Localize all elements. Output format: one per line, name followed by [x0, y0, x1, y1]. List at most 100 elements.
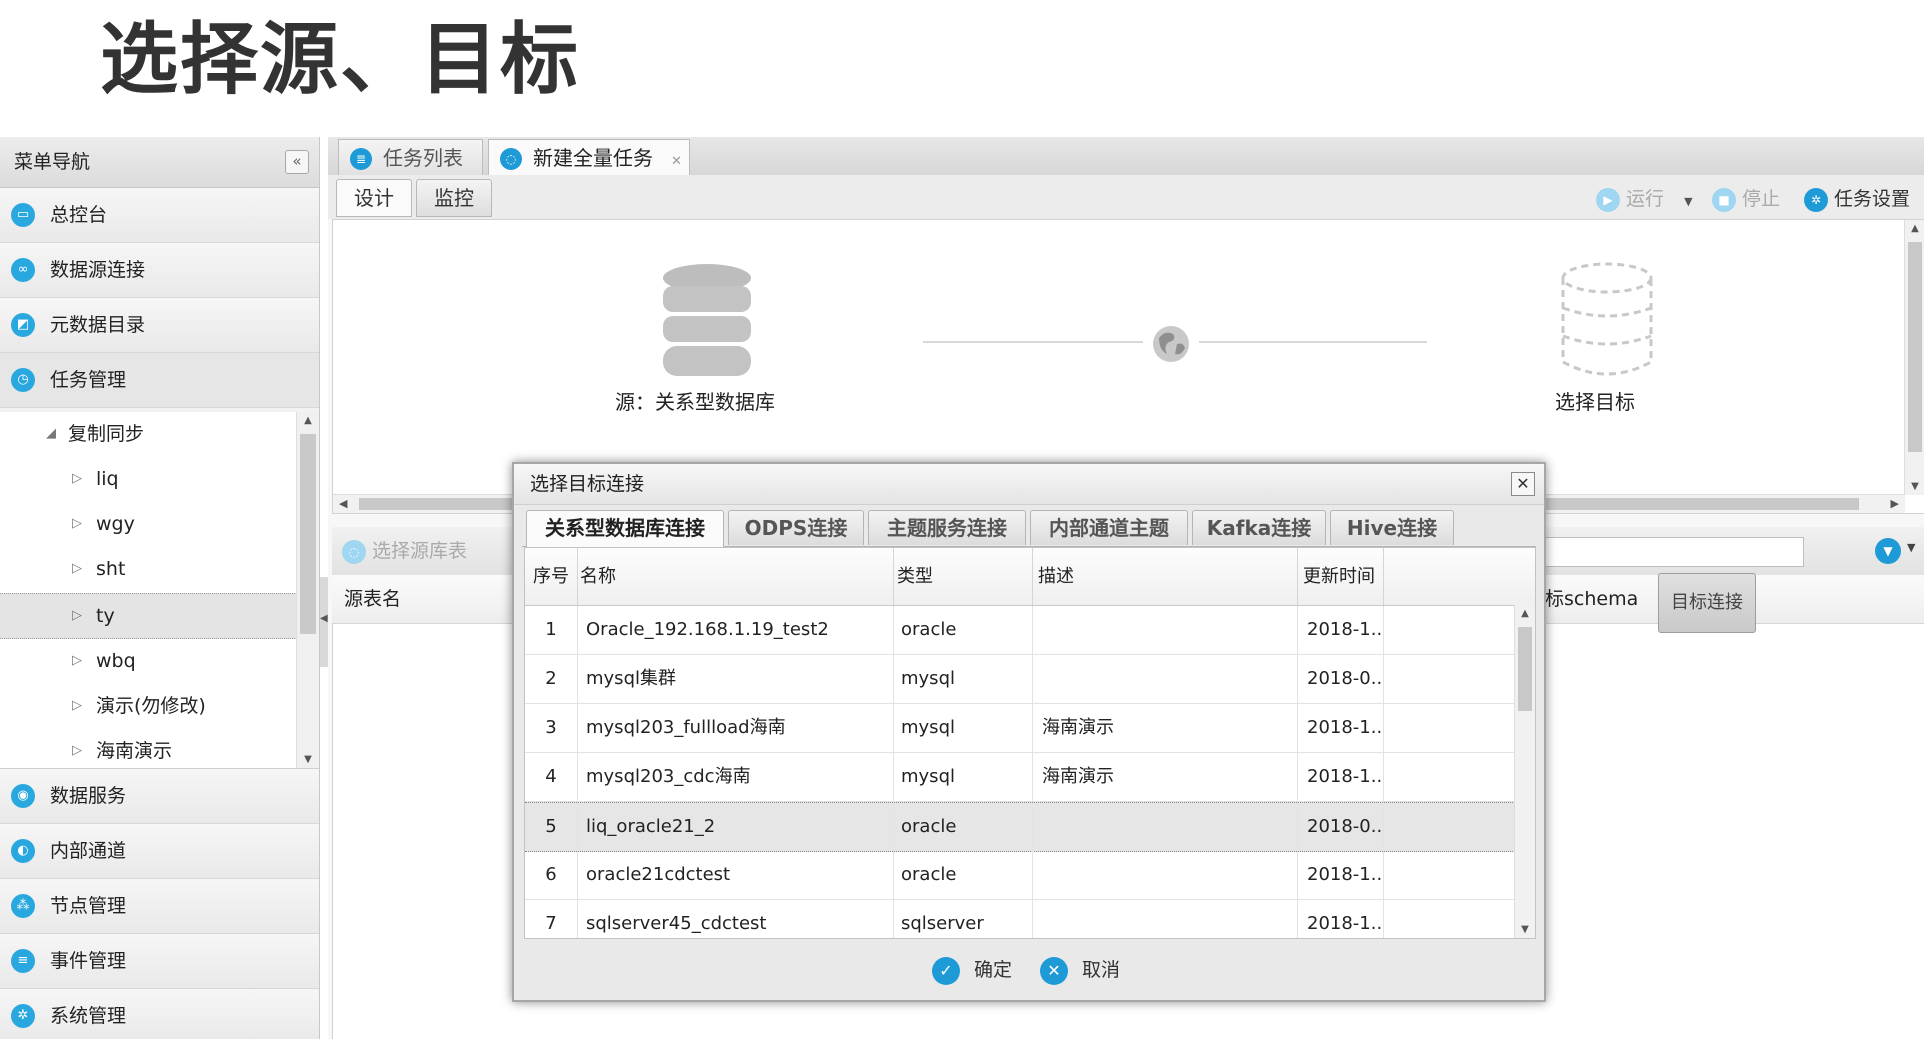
- tree-node-label: 复制同步: [68, 423, 145, 445]
- collapsed-arrow-icon[interactable]: ▷: [72, 547, 82, 591]
- tab-relational-db[interactable]: 关系型数据库连接: [526, 510, 724, 547]
- link-icon: ∞: [11, 258, 35, 282]
- tab-kafka[interactable]: Kafka连接: [1192, 510, 1326, 545]
- table-row[interactable]: 2 mysql集群 mysql 2018-0...: [525, 655, 1515, 704]
- filter-icon[interactable]: ▼: [1875, 538, 1901, 564]
- connector-line-left: [923, 341, 1143, 343]
- column-header-source-table[interactable]: 源表名: [344, 575, 401, 623]
- table-row[interactable]: 3 mysql203_fullload海南 mysql 海南演示 2018-1.…: [525, 704, 1515, 753]
- scroll-thumb[interactable]: [1908, 242, 1922, 452]
- scroll-up-arrow-icon[interactable]: ▲: [1905, 223, 1924, 234]
- cell-type: mysql: [893, 753, 1033, 801]
- collapsed-arrow-icon[interactable]: ▷: [72, 684, 82, 728]
- source-database-icon[interactable]: [659, 262, 755, 382]
- tree-node-wgy[interactable]: ▷ wgy: [0, 502, 297, 546]
- tree-node-label: liq: [96, 468, 119, 490]
- tree-node-label: wbq: [96, 650, 136, 672]
- scroll-right-arrow-icon[interactable]: ▶: [1891, 495, 1899, 513]
- gear-icon: ✲: [1804, 187, 1828, 212]
- scroll-thumb[interactable]: [1518, 627, 1532, 711]
- tree-node-label: 演示(勿修改): [96, 695, 206, 717]
- event-icon: ≡: [11, 949, 35, 973]
- collapsed-arrow-icon[interactable]: ▷: [72, 502, 82, 546]
- tree-node-hainan[interactable]: ▷ 海南演示: [0, 729, 297, 768]
- tab-hive[interactable]: Hive连接: [1330, 510, 1454, 545]
- close-icon[interactable]: ✕: [1511, 472, 1535, 496]
- expand-arrow-icon[interactable]: ◢: [46, 412, 56, 456]
- run-button[interactable]: ▶ 运行 ▼: [1596, 185, 1693, 213]
- tree-node-wbq[interactable]: ▷ wbq: [0, 639, 297, 683]
- tree-node-root[interactable]: ◢ 复制同步: [0, 412, 297, 456]
- sidebar-item-node-management[interactable]: ⁂ 节点管理: [0, 879, 319, 934]
- target-connection-button[interactable]: 目标连接: [1658, 573, 1756, 633]
- table-row[interactable]: 7 sqlserver45_cdctest sqlserver 2018-1..…: [525, 900, 1515, 938]
- collapsed-arrow-icon[interactable]: ▷: [72, 594, 82, 638]
- tree-node-liq[interactable]: ▷ liq: [0, 457, 297, 501]
- tab-monitor[interactable]: 监控: [416, 179, 492, 217]
- select-source-table-label: 选择源库表: [372, 540, 468, 562]
- tab-bar: ≣ 任务列表 ◌ 新建全量任务 ✕: [328, 137, 1924, 176]
- cancel-button[interactable]: ✕ 取消: [1040, 954, 1120, 986]
- column-header-index[interactable]: 序号: [525, 548, 578, 605]
- stop-button[interactable]: ■ 停止: [1712, 185, 1780, 213]
- tab-design[interactable]: 设计: [336, 179, 412, 217]
- cell-updated: 2018-1...: [1299, 606, 1384, 654]
- filter-dropdown-icon[interactable]: ▼: [1907, 541, 1915, 554]
- column-header-type[interactable]: 类型: [893, 548, 1033, 605]
- scroll-down-arrow-icon[interactable]: ▼: [297, 754, 319, 765]
- sidebar-splitter[interactable]: ◀: [320, 577, 328, 667]
- select-source-table-button[interactable]: ◌ 选择源库表: [342, 537, 467, 565]
- sidebar-item-metadata[interactable]: ◩ 元数据目录: [0, 298, 319, 353]
- tab-topic-service[interactable]: 主题服务连接: [868, 510, 1026, 545]
- task-settings-button[interactable]: ✲ 任务设置: [1804, 185, 1910, 213]
- cell-updated: 2018-1...: [1299, 851, 1384, 899]
- filter-input[interactable]: [1512, 537, 1804, 567]
- scroll-down-arrow-icon[interactable]: ▼: [1515, 924, 1535, 935]
- collapse-sidebar-icon[interactable]: «: [285, 150, 309, 174]
- cell-type: sqlserver: [893, 900, 1033, 938]
- tab-new-full-task[interactable]: ◌ 新建全量任务 ✕: [488, 139, 690, 176]
- table-row[interactable]: 4 mysql203_cdc海南 mysql 海南演示 2018-1...: [525, 753, 1515, 802]
- cell-name: mysql203_fullload海南: [578, 704, 894, 752]
- collapsed-arrow-icon[interactable]: ▷: [72, 457, 82, 501]
- collapsed-arrow-icon[interactable]: ▷: [72, 639, 82, 683]
- sidebar-item-console[interactable]: ▭ 总控台: [0, 188, 319, 243]
- dialog-title-bar[interactable]: 选择目标连接 ✕: [514, 464, 1544, 505]
- splitter-arrow-icon[interactable]: ◀: [320, 613, 328, 624]
- tree-node-demo[interactable]: ▷ 演示(勿修改): [0, 684, 297, 728]
- target-database-placeholder-icon[interactable]: [1559, 262, 1655, 382]
- sidebar-item-datasource[interactable]: ∞ 数据源连接: [0, 243, 319, 298]
- sidebar-item-task-management[interactable]: ◷ 任务管理: [0, 353, 319, 408]
- sidebar-item-event-management[interactable]: ≡ 事件管理: [0, 934, 319, 989]
- table-row[interactable]: 1 Oracle_192.168.1.19_test2 oracle 2018-…: [525, 606, 1515, 655]
- sidebar-item-internal-channel[interactable]: ◐ 内部通道: [0, 824, 319, 879]
- confirm-button[interactable]: ✓ 确定: [932, 954, 1012, 986]
- cell-index: 1: [525, 606, 578, 654]
- tab-odps[interactable]: ODPS连接: [728, 510, 864, 545]
- scroll-down-arrow-icon[interactable]: ▼: [1905, 481, 1924, 492]
- scroll-left-arrow-icon[interactable]: ◀: [339, 495, 347, 513]
- column-header-name[interactable]: 名称: [578, 548, 894, 605]
- sidebar-item-system-management[interactable]: ✲ 系统管理: [0, 989, 319, 1039]
- tab-task-list[interactable]: ≣ 任务列表: [338, 139, 483, 176]
- column-header-description[interactable]: 描述: [1034, 548, 1298, 605]
- tree-node-ty[interactable]: ▷ ty: [0, 593, 297, 639]
- tree-scrollbar[interactable]: ▲ ▼: [296, 412, 319, 768]
- column-header-updated[interactable]: 更新时间: [1299, 548, 1384, 605]
- tab-internal-channel-topic[interactable]: 内部通道主题: [1030, 510, 1188, 545]
- grid-scrollbar[interactable]: ▲ ▼: [1514, 605, 1535, 938]
- table-row[interactable]: 6 oracle21cdctest oracle 2018-1...: [525, 851, 1515, 900]
- cell-description: [1034, 803, 1298, 851]
- tab-label: 新建全量任务: [533, 146, 653, 170]
- scroll-up-arrow-icon[interactable]: ▲: [297, 415, 319, 426]
- table-row-selected[interactable]: 5 liq_oracle21_2 oracle 2018-0...: [525, 802, 1515, 852]
- run-dropdown-icon[interactable]: ▼: [1684, 195, 1692, 208]
- sidebar-item-data-service[interactable]: ◉ 数据服务: [0, 769, 319, 824]
- scroll-thumb[interactable]: [300, 434, 316, 634]
- tree-node-sht[interactable]: ▷ sht: [0, 547, 297, 591]
- scroll-up-arrow-icon[interactable]: ▲: [1515, 608, 1535, 619]
- canvas-vertical-scrollbar[interactable]: ▲ ▼: [1904, 220, 1924, 495]
- tree-node-label: wgy: [96, 513, 135, 535]
- collapsed-arrow-icon[interactable]: ▷: [72, 729, 82, 768]
- cell-description: [1034, 606, 1298, 654]
